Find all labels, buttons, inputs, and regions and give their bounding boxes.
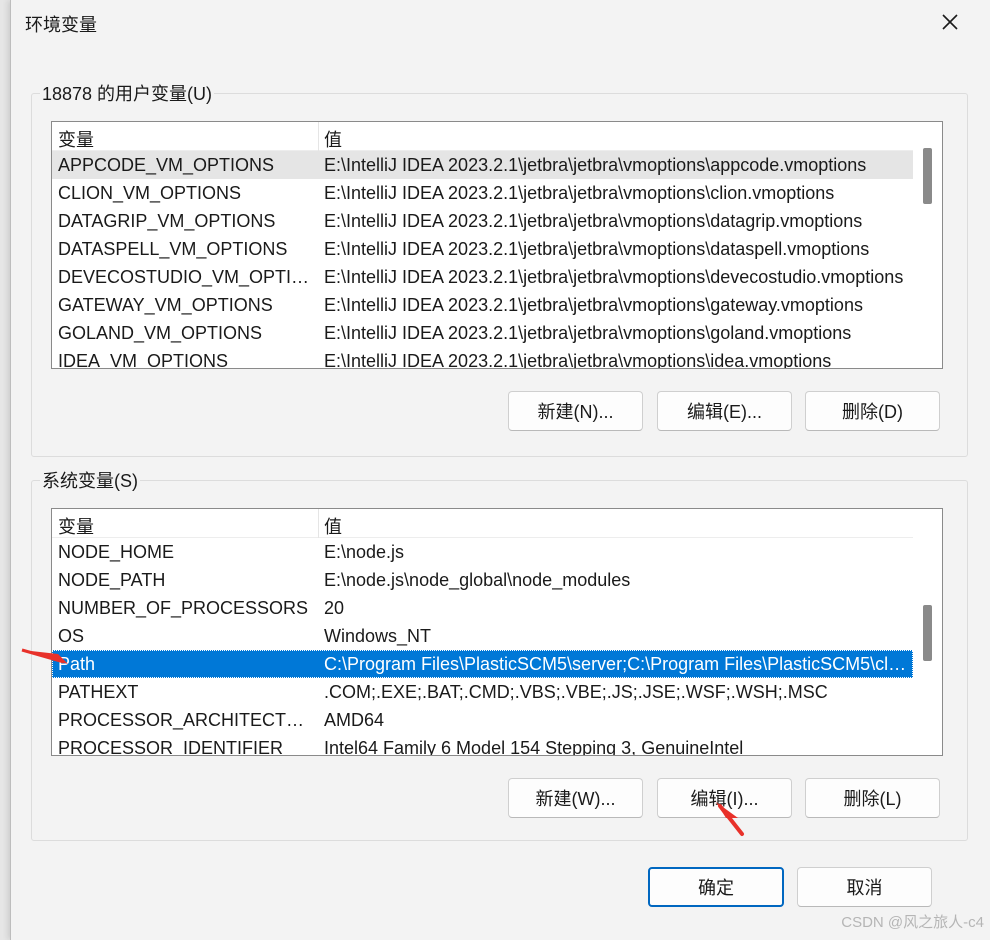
table-row[interactable]: APPCODE_VM_OPTIONS E:\IntelliJ IDEA 2023…	[52, 151, 913, 179]
variable-value: E:\IntelliJ IDEA 2023.2.1\jetbra\jetbra\…	[324, 183, 835, 203]
user-edit-button[interactable]: 编辑(E)...	[657, 391, 792, 431]
variable-name: PATHEXT	[58, 682, 139, 702]
table-row[interactable]: OS Windows_NT	[52, 622, 913, 650]
variable-name: DATASPELL_VM_OPTIONS	[58, 239, 288, 259]
variable-name: PROCESSOR_IDENTIFIER	[58, 738, 284, 756]
variable-value: Intel64 Family 6 Model 154 Stepping 3, G…	[324, 738, 744, 756]
variable-value: .COM;.EXE;.BAT;.CMD;.VBS;.VBE;.JS;.JSE;.…	[324, 682, 828, 702]
variable-value: E:\IntelliJ IDEA 2023.2.1\jetbra\jetbra\…	[324, 267, 904, 287]
variable-value: AMD64	[324, 710, 385, 730]
user-variables-rows: APPCODE_VM_OPTIONS E:\IntelliJ IDEA 2023…	[52, 151, 913, 369]
variable-name: DATAGRIP_VM_OPTIONS	[58, 211, 276, 231]
scrollbar-thumb[interactable]	[923, 605, 932, 661]
table-row[interactable]: CLION_VM_OPTIONS E:\IntelliJ IDEA 2023.2…	[52, 179, 913, 207]
variable-value: C:\Program Files\PlasticSCM5\server;C:\P…	[324, 654, 910, 674]
variable-value: E:\node.js\node_global\node_modules	[324, 570, 631, 590]
cancel-button[interactable]: 取消	[797, 867, 932, 907]
column-header-value[interactable]: 值	[324, 126, 342, 152]
variable-value: E:\IntelliJ IDEA 2023.2.1\jetbra\jetbra\…	[324, 295, 863, 315]
table-row[interactable]: DATAGRIP_VM_OPTIONS E:\IntelliJ IDEA 202…	[52, 207, 913, 235]
table-row[interactable]: GATEWAY_VM_OPTIONS E:\IntelliJ IDEA 2023…	[52, 291, 913, 319]
system-variables-group: 系统变量(S) 变量 值 NODE_HOME E:\node.js NODE_P…	[31, 467, 968, 841]
variable-name: NUMBER_OF_PROCESSORS	[58, 598, 309, 618]
variable-value: E:\IntelliJ IDEA 2023.2.1\jetbra\jetbra\…	[324, 351, 832, 369]
variable-name: IDEA_VM_OPTIONS	[58, 351, 229, 369]
ok-button[interactable]: 确定	[648, 867, 784, 907]
variable-name: APPCODE_VM_OPTIONS	[58, 155, 275, 175]
title-bar: 环境变量	[11, 0, 981, 44]
table-row[interactable]: PROCESSOR_IDENTIFIER Intel64 Family 6 Mo…	[52, 734, 913, 756]
system-variables-rows: NODE_HOME E:\node.js NODE_PATH E:\node.j…	[52, 538, 913, 756]
system-variables-scrollbar[interactable]	[913, 509, 942, 755]
column-divider[interactable]	[318, 122, 319, 151]
close-icon	[942, 14, 958, 30]
table-row[interactable]: DEVECOSTUDIO_VM_OPTIONS E:\IntelliJ IDEA…	[52, 263, 913, 291]
user-variables-header: 变量 值	[52, 122, 913, 151]
dialog-title: 环境变量	[25, 15, 97, 35]
variable-value: E:\IntelliJ IDEA 2023.2.1\jetbra\jetbra\…	[324, 211, 863, 231]
variable-value: Windows_NT	[324, 626, 432, 646]
variable-name: NODE_PATH	[58, 570, 166, 590]
column-divider[interactable]	[318, 509, 319, 538]
table-row[interactable]: NODE_PATH E:\node.js\node_global\node_mo…	[52, 566, 913, 594]
system-new-button[interactable]: 新建(W)...	[508, 778, 643, 818]
variable-name: GOLAND_VM_OPTIONS	[58, 323, 263, 343]
variable-name: GATEWAY_VM_OPTIONS	[58, 295, 273, 315]
close-button[interactable]	[933, 6, 967, 38]
system-variables-label: 系统变量(S)	[40, 467, 140, 493]
variable-name: PROCESSOR_ARCHITECTURE	[58, 710, 314, 730]
user-variables-group: 18878 的用户变量(U) 变量 值 APPCODE_VM_OPTIONS E…	[31, 80, 968, 457]
user-delete-button[interactable]: 删除(D)	[805, 391, 940, 431]
variable-name: OS	[58, 626, 85, 646]
table-row[interactable]: DATASPELL_VM_OPTIONS E:\IntelliJ IDEA 20…	[52, 235, 913, 263]
system-delete-button[interactable]: 删除(L)	[805, 778, 940, 818]
user-new-button[interactable]: 新建(N)...	[508, 391, 643, 431]
watermark: CSDN @风之旅人-c4	[841, 914, 984, 931]
variable-name: DEVECOSTUDIO_VM_OPTIONS	[58, 267, 314, 287]
variable-value: 20	[324, 598, 345, 618]
variable-name: CLION_VM_OPTIONS	[58, 183, 242, 203]
user-variables-scrollbar[interactable]	[913, 122, 942, 368]
variable-value: E:\IntelliJ IDEA 2023.2.1\jetbra\jetbra\…	[324, 239, 870, 259]
table-row[interactable]: PATHEXT .COM;.EXE;.BAT;.CMD;.VBS;.VBE;.J…	[52, 678, 913, 706]
table-row-selected-path[interactable]: Path C:\Program Files\PlasticSCM5\server…	[52, 650, 913, 678]
system-variables-header: 变量 值	[52, 509, 913, 538]
table-row[interactable]: NUMBER_OF_PROCESSORS 20	[52, 594, 913, 622]
variable-name: NODE_HOME	[58, 542, 175, 562]
background-window-strip	[0, 0, 10, 940]
scrollbar-thumb[interactable]	[923, 148, 932, 204]
variable-value: E:\node.js	[324, 542, 405, 562]
environment-variables-dialog: 环境变量 18878 的用户变量(U) 变量 值 APPCODE_VM_OPTI…	[10, 0, 990, 940]
table-row[interactable]: IDEA_VM_OPTIONS E:\IntelliJ IDEA 2023.2.…	[52, 347, 913, 369]
variable-value: E:\IntelliJ IDEA 2023.2.1\jetbra\jetbra\…	[324, 155, 867, 175]
variable-value: E:\IntelliJ IDEA 2023.2.1\jetbra\jetbra\…	[324, 323, 852, 343]
system-edit-button[interactable]: 编辑(I)...	[657, 778, 792, 818]
variable-name: Path	[58, 654, 96, 674]
column-header-name[interactable]: 变量	[58, 126, 94, 152]
table-row[interactable]: NODE_HOME E:\node.js	[52, 538, 913, 566]
user-variables-label: 18878 的用户变量(U)	[40, 80, 215, 106]
table-row[interactable]: PROCESSOR_ARCHITECTURE AMD64	[52, 706, 913, 734]
column-header-value[interactable]: 值	[324, 513, 342, 539]
column-header-name[interactable]: 变量	[58, 513, 94, 539]
system-variables-list[interactable]: 变量 值 NODE_HOME E:\node.js NODE_PATH E:\n…	[51, 508, 943, 756]
table-row[interactable]: GOLAND_VM_OPTIONS E:\IntelliJ IDEA 2023.…	[52, 319, 913, 347]
user-variables-list[interactable]: 变量 值 APPCODE_VM_OPTIONS E:\IntelliJ IDEA…	[51, 121, 943, 369]
